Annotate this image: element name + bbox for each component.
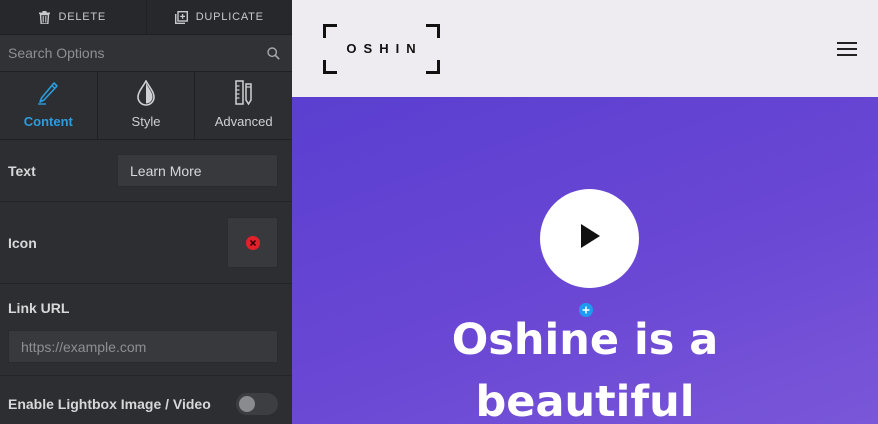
search-bar — [0, 35, 292, 72]
tab-content-label: Content — [23, 114, 73, 129]
page-preview: OSHIN Oshine is a beautiful — [292, 0, 878, 424]
link-url-label: Link URL — [8, 300, 70, 316]
delete-label: DELETE — [58, 11, 107, 23]
tab-advanced[interactable]: Advanced — [194, 72, 292, 139]
icon-picker[interactable] — [227, 217, 278, 268]
text-input[interactable] — [117, 154, 278, 187]
drop-icon — [137, 80, 155, 106]
toggle-knob — [239, 396, 255, 412]
lightbox-toggle[interactable] — [236, 393, 278, 415]
lightbox-label: Enable Lightbox Image / Video — [8, 396, 211, 412]
ruler-icon — [234, 80, 253, 106]
logo-text: OSHIN — [346, 41, 423, 56]
hamburger-menu-icon[interactable] — [837, 41, 857, 56]
play-button[interactable] — [540, 189, 639, 288]
duplicate-button[interactable]: DUPLICATE — [145, 0, 293, 34]
delete-button[interactable]: DELETE — [0, 0, 146, 34]
tab-advanced-label: Advanced — [214, 114, 273, 129]
hero-section: Oshine is a beautiful — [292, 97, 878, 424]
hero-line-1: Oshine is a — [451, 315, 719, 365]
option-tabs: Content Style Advanced — [0, 72, 292, 140]
pencil-icon — [37, 80, 59, 106]
play-icon — [578, 223, 602, 254]
lightbox-row: Enable Lightbox Image / Video — [0, 376, 292, 424]
site-logo[interactable]: OSHIN — [323, 23, 440, 74]
link-url-input[interactable] — [8, 330, 278, 363]
panel-toolbar: DELETE DUPLICATE — [0, 0, 292, 35]
tab-style[interactable]: Style — [96, 72, 195, 139]
search-icon[interactable] — [264, 44, 282, 62]
options-panel: DELETE DUPLICATE Content Style — [0, 0, 292, 424]
hero-heading: Oshine is a beautiful — [292, 309, 878, 424]
icon-field-row: Icon — [0, 202, 292, 284]
remove-icon[interactable] — [245, 235, 260, 250]
tab-style-label: Style — [131, 114, 161, 129]
duplicate-icon — [174, 10, 188, 24]
icon-field-label: Icon — [8, 234, 37, 251]
site-header: OSHIN — [292, 0, 878, 97]
search-input[interactable] — [8, 45, 264, 61]
trash-icon — [39, 10, 51, 24]
link-url-row: Link URL — [0, 284, 292, 376]
text-field-row: Text — [0, 140, 292, 202]
hero-line-2: beautiful — [475, 377, 695, 424]
text-field-label: Text — [8, 162, 36, 179]
duplicate-label: DUPLICATE — [195, 11, 264, 23]
tab-content[interactable]: Content — [0, 72, 97, 139]
